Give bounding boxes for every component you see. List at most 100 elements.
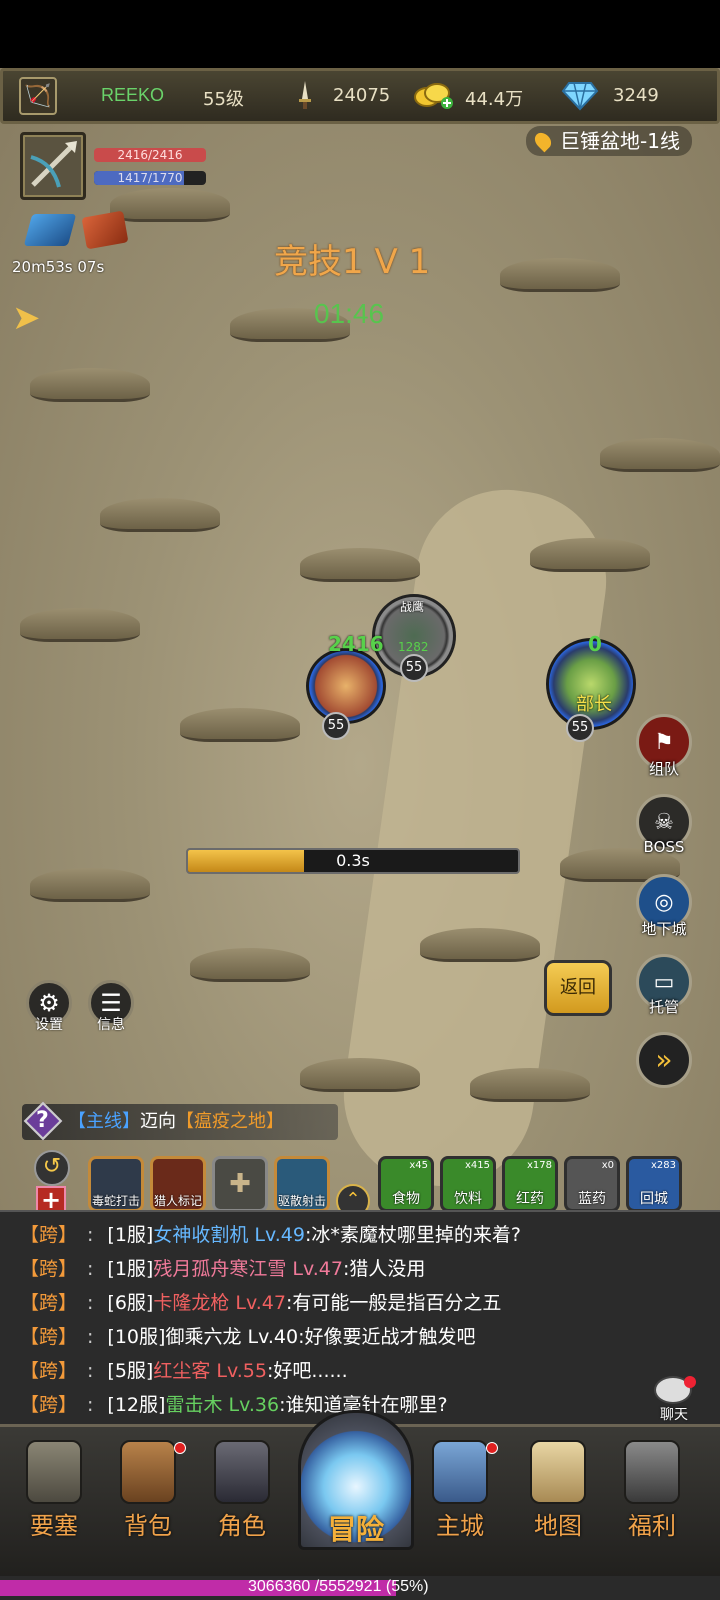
chat-server: [6服] (107, 1292, 154, 1314)
map-mound (180, 708, 300, 742)
player-mp-bar: 1417/1770 (94, 171, 206, 185)
monitor-icon: ▭ (653, 969, 675, 995)
player-level-badge: 55 (322, 712, 350, 740)
item-label: 红药 (516, 1191, 544, 1207)
pet-hp: 1282 (398, 640, 429, 654)
expand-arrow-icon[interactable]: ➤ (12, 300, 48, 336)
chat-player-name[interactable]: 残月孤舟寒江雪 (153, 1258, 286, 1280)
skill-empty-slot[interactable]: ✚ (212, 1156, 268, 1212)
location-name: 巨锤盆地-1线 (560, 129, 680, 153)
chat-separator: : (87, 1292, 94, 1314)
nav-bag[interactable]: 背包 (108, 1440, 188, 1540)
chat-channel: 【跨】 (20, 1224, 78, 1246)
map-mound (300, 548, 420, 582)
chat-separator: : (87, 1224, 94, 1246)
item-count: x283 (650, 1160, 676, 1171)
map-mound (530, 538, 650, 572)
player-character[interactable] (306, 648, 386, 724)
info-label: 信息 (97, 1017, 125, 1033)
fortress-tower-icon (26, 1440, 82, 1504)
skull-icon: ☠ (654, 809, 674, 835)
castle-icon (432, 1440, 488, 1504)
nav-adventure-label[interactable]: 冒险 (298, 1508, 414, 1548)
map-mound (300, 1058, 420, 1092)
return-button[interactable]: 返回 (544, 960, 612, 1016)
player-level: 55级 (203, 89, 244, 110)
chat-message: 【跨】: [6服]卡隆龙枪 Lv.47:有可能一般是指百分之五 (20, 1286, 501, 1320)
player-avatar[interactable] (20, 132, 86, 200)
item-count: x0 (601, 1160, 614, 1171)
cast-time: 0.3s (336, 851, 370, 870)
add-icon: ✚ (229, 1169, 251, 1199)
chat-server: [10服] (107, 1326, 166, 1348)
map-mound (100, 498, 220, 532)
swap-skills-button[interactable]: ↺ (34, 1150, 70, 1186)
buff-scroll-icon[interactable] (23, 214, 77, 246)
nav-main-city[interactable]: 主城 (420, 1440, 500, 1540)
diamond-icon[interactable] (561, 79, 599, 111)
chat-player-name[interactable]: 女神收割机 (153, 1224, 248, 1246)
chat-button[interactable]: 聊天 (650, 1376, 696, 1423)
class-bow-icon[interactable]: 🏹 (19, 77, 57, 115)
chat-player-name[interactable]: 御乘六龙 (165, 1326, 241, 1348)
player-mp-text: 1417/1770 (117, 171, 183, 185)
player-hp-float: 2416 (328, 632, 384, 656)
chat-channel: 【跨】 (20, 1360, 78, 1382)
location-label[interactable]: 巨锤盆地-1线 (526, 126, 692, 156)
map-mound (470, 1068, 590, 1102)
nav-character[interactable]: 角色 (202, 1440, 282, 1540)
chat-player-level: Lv.47 (292, 1258, 343, 1280)
enemy-hp-float: 0 (588, 632, 602, 656)
quest-tag: 【主线】 (68, 1111, 140, 1132)
chat-player-level: Lv.40 (247, 1326, 299, 1348)
enemy-level-badge: 55 (566, 714, 594, 742)
chat-message: 【跨】: [5服]红尘客 Lv.55:好吧...... (20, 1354, 348, 1388)
quest-tracker[interactable]: 【主线】迈向【瘟疫之地】 (22, 1104, 338, 1140)
nav-label: 角色 (218, 1512, 266, 1540)
chat-separator: : (87, 1360, 94, 1382)
gold-amount: 44.4万 (465, 89, 524, 110)
sword-icon (299, 81, 311, 109)
auto-label: 托管 (648, 998, 679, 1016)
item-count: x415 (464, 1160, 490, 1171)
chat-server: [12服] (107, 1394, 166, 1416)
fast-forward-button[interactable]: » (636, 1032, 692, 1088)
settings-label: 设置 (35, 1017, 63, 1033)
chat-panel[interactable]: 【跨】: [1服]女神收割机 Lv.49:冰*素魔杖哪里掉的来着? 【跨】: [1服… (0, 1210, 720, 1424)
chat-text: :好吧...... (266, 1360, 348, 1382)
map-mound (30, 368, 150, 402)
chat-channel: 【跨】 (20, 1258, 78, 1280)
quest-target: 【瘟疫之地】 (176, 1111, 284, 1132)
skill-label: 猎人标记 (153, 1194, 202, 1208)
chat-player-level: Lv.49 (254, 1224, 305, 1246)
chat-channel: 【跨】 (20, 1326, 78, 1348)
map-mound (420, 928, 540, 962)
location-pin-icon (531, 129, 555, 153)
nav-label: 主城 (436, 1512, 484, 1540)
player-name: REEKO (101, 85, 165, 105)
chat-text: :冰*素魔杖哪里掉的来着? (304, 1224, 521, 1246)
dungeon-portal-icon: ◎ (654, 889, 674, 915)
nav-welfare[interactable]: 福利 (612, 1440, 692, 1540)
battle-mode-title: 竞技1 V 1 (274, 242, 431, 282)
team-label: 组队 (648, 760, 679, 778)
chat-player-name[interactable]: 卡隆龙枪 (153, 1292, 229, 1314)
pet-name: 战鹰 (400, 600, 425, 614)
map-mound (110, 188, 230, 222)
skill-label: 毒蛇打击 (91, 1194, 140, 1208)
gold-icon[interactable] (413, 81, 453, 109)
chat-player-name[interactable]: 红尘客 (153, 1360, 210, 1382)
map-mound (600, 438, 720, 472)
battle-countdown: 01:46 (314, 298, 385, 329)
chat-player-level: Lv.47 (235, 1292, 286, 1314)
notification-dot (174, 1442, 186, 1454)
item-label: 蓝药 (578, 1191, 606, 1207)
map-mound (500, 258, 620, 292)
nav-label: 要塞 (30, 1512, 78, 1540)
nav-map[interactable]: 地图 (518, 1440, 598, 1540)
chat-message: 【跨】: [1服]残月孤舟寒江雪 Lv.47:猎人没用 (20, 1252, 425, 1286)
chat-text: :有可能一般是指百分之五 (285, 1292, 502, 1314)
nav-fortress[interactable]: 要塞 (14, 1440, 94, 1540)
pet-level-badge: 55 (400, 654, 428, 682)
chat-player-name[interactable]: 雷击木 (165, 1394, 222, 1416)
